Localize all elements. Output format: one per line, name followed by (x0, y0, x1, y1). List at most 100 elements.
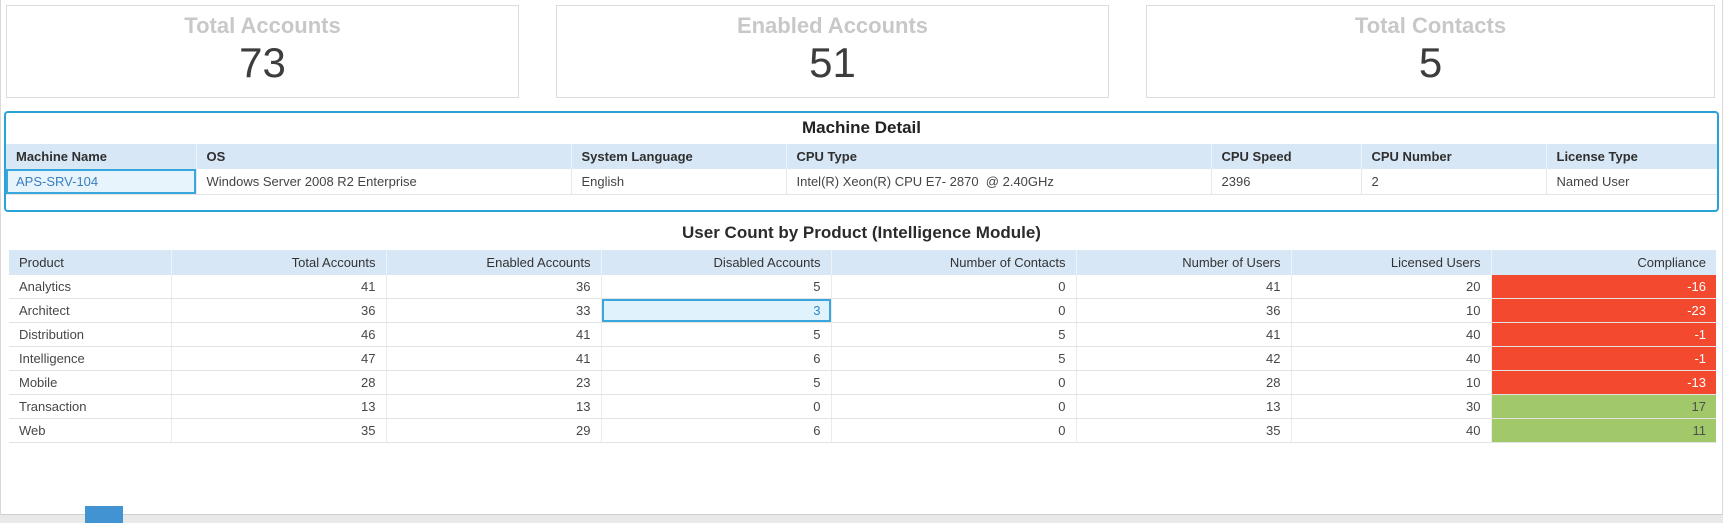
col-header-enabled-accounts[interactable]: Enabled Accounts (386, 250, 602, 275)
compliance-cell[interactable]: -13 (1491, 370, 1716, 395)
stats-row: Total Accounts 73 Enabled Accounts 51 To… (1, 0, 1722, 98)
col-header-system-language[interactable]: System Language (571, 144, 787, 169)
compliance-cell[interactable]: -23 (1491, 298, 1716, 323)
disabled-accounts-cell[interactable]: 5 (601, 370, 832, 395)
col-header-cpu-number[interactable]: CPU Number (1361, 144, 1547, 169)
col-header-number-of-contacts[interactable]: Number of Contacts (831, 250, 1077, 275)
number-of-contacts-cell[interactable]: 0 (831, 370, 1077, 395)
os-cell: Windows Server 2008 R2 Enterprise (196, 169, 572, 195)
licensed-users-cell[interactable]: 20 (1291, 275, 1492, 299)
compliance-cell[interactable]: -1 (1491, 322, 1716, 347)
enabled-accounts-cell[interactable]: 33 (386, 298, 602, 323)
enabled-accounts-cell[interactable]: 23 (386, 370, 602, 395)
horizontal-scrollbar-track[interactable] (0, 515, 1723, 523)
table-row-transaction: Transaction 13 13 0 0 13 30 17 (9, 394, 1716, 419)
compliance-cell[interactable]: 11 (1491, 418, 1716, 443)
table-row-analytics: Analytics 41 36 5 0 41 20 -16 (9, 275, 1716, 299)
total-accounts-cell[interactable]: 46 (171, 322, 387, 347)
number-of-users-cell[interactable]: 28 (1076, 370, 1292, 395)
number-of-contacts-cell[interactable]: 0 (831, 418, 1077, 443)
number-of-users-cell[interactable]: 13 (1076, 394, 1292, 419)
stat-title: Total Contacts (1354, 13, 1507, 38)
compliance-cell[interactable]: -1 (1491, 346, 1716, 371)
number-of-users-cell[interactable]: 42 (1076, 346, 1292, 371)
total-accounts-cell[interactable]: 35 (171, 418, 387, 443)
stat-card-enabled-accounts: Enabled Accounts 51 (556, 5, 1109, 98)
table-row-distribution: Distribution 46 41 5 5 41 40 -1 (9, 322, 1716, 347)
table-row-web: Web 35 29 6 0 35 40 11 (9, 418, 1716, 443)
disabled-accounts-cell[interactable]: 6 (601, 418, 832, 443)
enabled-accounts-cell[interactable]: 29 (386, 418, 602, 443)
user-count-section: Product Total Accounts Enabled Accounts … (9, 250, 1716, 443)
col-header-machine-name[interactable]: Machine Name (6, 144, 197, 169)
stat-value: 51 (809, 39, 856, 86)
col-header-disabled-accounts[interactable]: Disabled Accounts (601, 250, 832, 275)
number-of-contacts-cell[interactable]: 0 (831, 275, 1077, 299)
total-accounts-cell[interactable]: 47 (171, 346, 387, 371)
col-header-license-type[interactable]: License Type (1546, 144, 1717, 169)
product-cell[interactable]: Mobile (9, 370, 172, 395)
product-cell[interactable]: Distribution (9, 322, 172, 347)
table-row-mobile: Mobile 28 23 5 0 28 10 -13 (9, 370, 1716, 395)
horizontal-scrollbar-thumb[interactable] (85, 506, 123, 523)
enabled-accounts-cell[interactable]: 41 (386, 346, 602, 371)
col-header-number-of-users[interactable]: Number of Users (1076, 250, 1292, 275)
number-of-contacts-cell[interactable]: 0 (831, 394, 1077, 419)
licensed-users-cell[interactable]: 40 (1291, 346, 1492, 371)
machine-detail-table: Machine Name OS System Language CPU Type… (6, 144, 1717, 195)
machine-name-link[interactable]: APS-SRV-104 (6, 169, 197, 195)
number-of-contacts-cell[interactable]: 5 (831, 322, 1077, 347)
licensed-users-cell[interactable]: 40 (1291, 418, 1492, 443)
product-cell[interactable]: Analytics (9, 275, 172, 299)
enabled-accounts-cell[interactable]: 36 (386, 275, 602, 299)
compliance-cell[interactable]: 17 (1491, 394, 1716, 419)
number-of-users-cell[interactable]: 41 (1076, 322, 1292, 347)
selected-disabled-accounts-cell[interactable]: 3 (601, 298, 832, 323)
col-header-total-accounts[interactable]: Total Accounts (171, 250, 387, 275)
col-header-cpu-speed[interactable]: CPU Speed (1211, 144, 1362, 169)
number-of-contacts-cell[interactable]: 0 (831, 298, 1077, 323)
total-accounts-cell[interactable]: 28 (171, 370, 387, 395)
product-cell[interactable]: Intelligence (9, 346, 172, 371)
disabled-accounts-cell[interactable]: 5 (601, 275, 832, 299)
user-count-table: Product Total Accounts Enabled Accounts … (9, 250, 1716, 443)
cpu-number-cell: 2 (1361, 169, 1547, 195)
disabled-accounts-cell[interactable]: 0 (601, 394, 832, 419)
number-of-users-cell[interactable]: 35 (1076, 418, 1292, 443)
licensed-users-cell[interactable]: 40 (1291, 322, 1492, 347)
table-row-architect: Architect 36 33 3 0 36 10 -23 (9, 298, 1716, 323)
stat-value: 73 (239, 39, 286, 86)
product-cell[interactable]: Transaction (9, 394, 172, 419)
machine-detail-header-row: Machine Name OS System Language CPU Type… (6, 144, 1717, 169)
licensed-users-cell[interactable]: 10 (1291, 298, 1492, 323)
compliance-cell[interactable]: -16 (1491, 275, 1716, 299)
col-header-os[interactable]: OS (196, 144, 572, 169)
machine-detail-row: APS-SRV-104 Windows Server 2008 R2 Enter… (6, 169, 1717, 195)
total-accounts-cell[interactable]: 13 (171, 394, 387, 419)
product-cell[interactable]: Architect (9, 298, 172, 323)
user-count-header-row: Product Total Accounts Enabled Accounts … (9, 250, 1716, 275)
licensed-users-cell[interactable]: 10 (1291, 370, 1492, 395)
product-cell[interactable]: Web (9, 418, 172, 443)
user-count-title: User Count by Product (Intelligence Modu… (682, 223, 1041, 242)
disabled-accounts-cell[interactable]: 5 (601, 322, 832, 347)
enabled-accounts-cell[interactable]: 41 (386, 322, 602, 347)
col-header-product[interactable]: Product (9, 250, 172, 275)
licensed-users-cell[interactable]: 30 (1291, 394, 1492, 419)
dashboard-content: Total Accounts 73 Enabled Accounts 51 To… (0, 0, 1723, 515)
col-header-cpu-type[interactable]: CPU Type (786, 144, 1212, 169)
total-accounts-cell[interactable]: 36 (171, 298, 387, 323)
disabled-accounts-cell[interactable]: 6 (601, 346, 832, 371)
col-header-licensed-users[interactable]: Licensed Users (1291, 250, 1492, 275)
enabled-accounts-cell[interactable]: 13 (386, 394, 602, 419)
number-of-users-cell[interactable]: 41 (1076, 275, 1292, 299)
number-of-users-cell[interactable]: 36 (1076, 298, 1292, 323)
total-accounts-cell[interactable]: 41 (171, 275, 387, 299)
table-row-intelligence: Intelligence 47 41 6 5 42 40 -1 (9, 346, 1716, 371)
dashboard-page: Total Accounts 73 Enabled Accounts 51 To… (0, 0, 1723, 523)
stat-value: 5 (1418, 39, 1443, 86)
col-header-compliance[interactable]: Compliance (1491, 250, 1716, 275)
machine-detail-panel: Machine Detail Machine Name OS System La… (4, 111, 1719, 212)
number-of-contacts-cell[interactable]: 5 (831, 346, 1077, 371)
stat-title: Enabled Accounts (736, 13, 929, 38)
